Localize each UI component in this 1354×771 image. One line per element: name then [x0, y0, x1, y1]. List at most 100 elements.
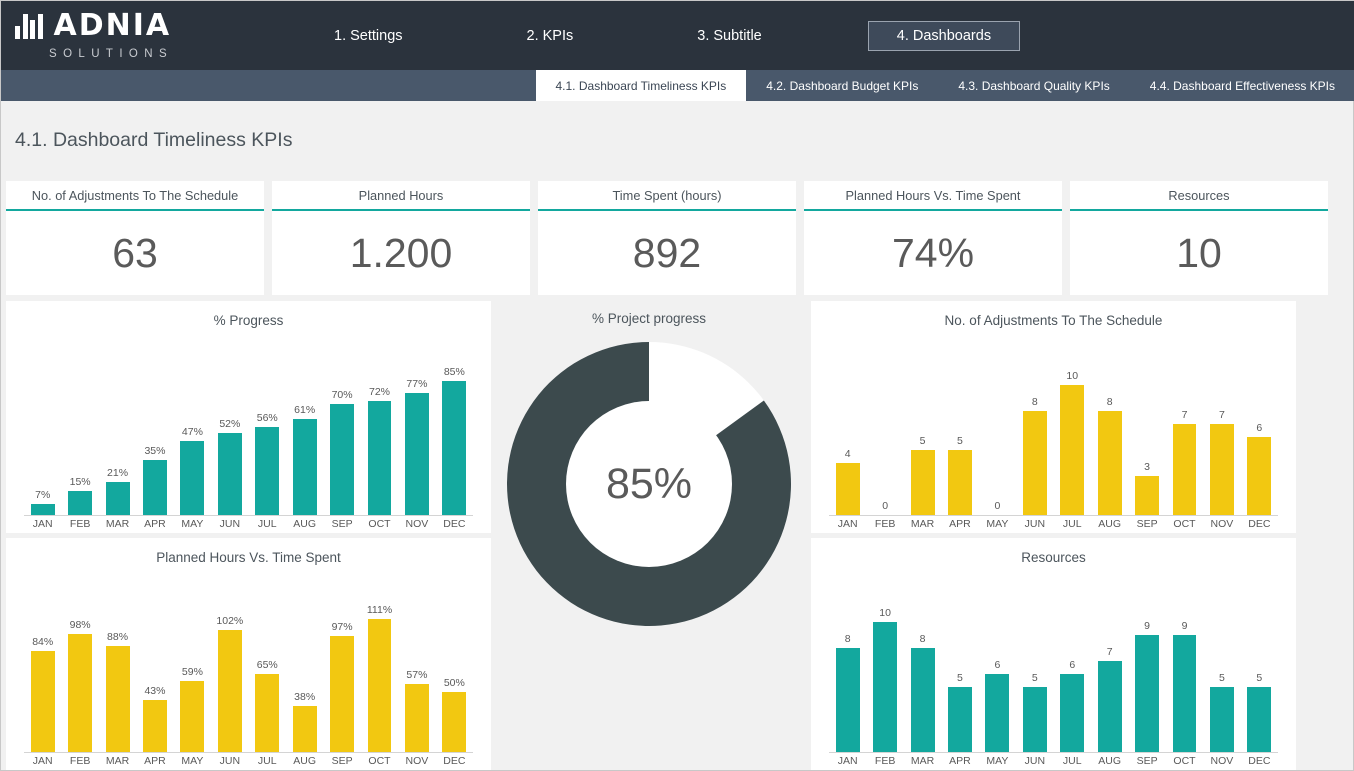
- chart-bar-value-label: 6: [1069, 658, 1076, 671]
- kpi-card-planned-hours: Planned Hours 1.200: [272, 181, 530, 295]
- chart-bar-column: 3: [1128, 347, 1165, 515]
- chart-bar-value-label: 8: [1106, 395, 1113, 408]
- chart-x-tick-label: MAR: [910, 518, 935, 530]
- chart-x-tick-label: FEB: [69, 518, 91, 530]
- chart-bar-value-label: 111%: [366, 603, 393, 616]
- chart-x-tick-labels: JAN FEB MAR APR MAY JUN JUL AUG SEP OCT NOV DEC: [24, 755, 473, 767]
- tab-settings[interactable]: 1. Settings: [316, 21, 421, 51]
- chart-bar: [1060, 384, 1085, 515]
- chart-plot-area: 8 10 8 5 6 5 6 7 9 9 5 5: [829, 584, 1278, 752]
- kpi-title: Planned Hours: [358, 187, 444, 203]
- chart-panel-project-progress: % Project progress 85%: [499, 301, 799, 741]
- subtab-budget-kpis[interactable]: 4.2. Dashboard Budget KPIs: [746, 70, 938, 101]
- chart-x-tick-label: MAR: [910, 755, 935, 767]
- chart-bar: [1135, 634, 1160, 752]
- chart-bar-column: 98%: [61, 584, 98, 752]
- chart-bar: [1209, 423, 1234, 515]
- chart-bar-value-label: 59%: [181, 666, 203, 679]
- chart-x-tick-label: SEP: [1136, 518, 1158, 530]
- chart-bar: [330, 404, 355, 515]
- chart-bar-value-label: 10: [879, 606, 891, 619]
- page-title: 4.1. Dashboard Timeliness KPIs: [15, 129, 293, 151]
- kpi-title: Resources: [1168, 187, 1230, 203]
- chart-bar-column: 0: [979, 347, 1016, 515]
- chart-x-tick-label: NOV: [405, 755, 429, 767]
- chart-x-tick-label: AUG: [1098, 755, 1122, 767]
- brand-tagline: SOLUTIONS: [49, 48, 174, 60]
- chart-bar-column: 9: [1166, 584, 1203, 752]
- chart-bar: [910, 647, 935, 752]
- chart-x-tick-label: JAN: [32, 755, 53, 767]
- chart-bar-value-label: 102%: [216, 614, 244, 627]
- chart-plot-area: 84% 98% 88% 43% 59% 102% 65% 38% 97% 111% 57% 50%: [24, 584, 473, 752]
- chart-bar-column: 102%: [211, 584, 248, 752]
- chart-bar: [255, 674, 280, 752]
- chart-bar-column: 57%: [398, 584, 435, 752]
- chart-bar: [68, 634, 93, 752]
- chart-bar-column: 38%: [286, 584, 323, 752]
- chart-bar: [835, 462, 860, 515]
- kpi-value: 1.200: [349, 229, 453, 276]
- chart-bar: [217, 432, 242, 515]
- chart-bar-value-label: 97%: [331, 620, 353, 633]
- chart-bar-column: 7%: [24, 347, 61, 515]
- chart-bar: [105, 481, 130, 515]
- chart-bar-column: 10: [866, 584, 903, 752]
- chart-bar: [68, 491, 93, 515]
- chart-bar: [442, 380, 467, 515]
- chart-bar-column: 0: [866, 347, 903, 515]
- chart-bar-column: 5: [1016, 584, 1053, 752]
- chart-x-tick-label: OCT: [1173, 755, 1196, 767]
- chart-bar-column: 111%: [361, 584, 398, 752]
- chart-x-tick-label: JUN: [1024, 755, 1046, 767]
- kpi-card-body: 892: [538, 211, 796, 295]
- chart-x-tick-label: JUN: [219, 518, 241, 530]
- chart-bar-value-label: 5: [1031, 671, 1038, 684]
- subtab-quality-kpis[interactable]: 4.3. Dashboard Quality KPIs: [938, 70, 1129, 101]
- chart-bar-value-label: 5: [1256, 671, 1263, 684]
- chart-bar-value-label: 35%: [144, 444, 166, 457]
- kpi-card-resources: Resources 10: [1070, 181, 1328, 295]
- chart-bar: [404, 393, 429, 515]
- chart-x-tick-label: MAY: [986, 755, 1009, 767]
- chart-bar-value-label: 5: [957, 434, 963, 447]
- chart-bar: [217, 629, 242, 752]
- chart-bar-column: 6: [979, 584, 1016, 752]
- chart-x-tick-label: OCT: [368, 755, 391, 767]
- kpi-card-header: Resources: [1070, 181, 1328, 211]
- kpi-value: 10: [1176, 229, 1222, 276]
- chart-x-tick-label: MAR: [105, 755, 130, 767]
- chart-title: % Progress: [213, 313, 284, 328]
- kpi-card-planned-vs-spent: Planned Hours Vs. Time Spent 74%: [804, 181, 1062, 295]
- kpi-card-body: 1.200: [272, 211, 530, 295]
- chart-plot-area: 7% 15% 21% 35% 47% 52% 56% 61% 70% 72% 77% 85%: [24, 347, 473, 515]
- kpi-card-body: 74%: [804, 211, 1062, 295]
- chart-bar: [180, 440, 205, 515]
- chart-bar: [330, 635, 355, 752]
- kpi-title: No. of Adjustments To The Schedule: [31, 187, 239, 203]
- chart-bar-value-label: 70%: [331, 389, 353, 402]
- chart-x-axis-line: [24, 752, 473, 753]
- chart-bar-column: 50%: [436, 584, 473, 752]
- chart-bar-value-label: 72%: [369, 386, 391, 399]
- chart-bar-column: 7: [1091, 584, 1128, 752]
- tab-subtitle[interactable]: 3. Subtitle: [679, 21, 780, 51]
- chart-bar-column: 47%: [174, 347, 211, 515]
- chart-bar: [985, 673, 1010, 752]
- chart-bar-column: 8: [1016, 347, 1053, 515]
- kpi-card-row: No. of Adjustments To The Schedule 63 Pl…: [6, 181, 1328, 295]
- donut-center-label: 85%: [605, 459, 693, 508]
- chart-bar: [835, 647, 860, 752]
- subtab-effectiveness-kpis[interactable]: 4.4. Dashboard Effectiveness KPIs: [1130, 70, 1354, 101]
- tab-dashboards[interactable]: 4. Dashboards: [867, 20, 1021, 51]
- chart-bar-column: 59%: [174, 584, 211, 752]
- chart-bar-value-label: 43%: [144, 685, 166, 698]
- kpi-card-header: Planned Hours Vs. Time Spent: [804, 181, 1062, 211]
- secondary-nav: 4.1. Dashboard Timeliness KPIs 4.2. Dash…: [1, 70, 1354, 101]
- chart-x-tick-label: APR: [144, 755, 166, 767]
- chart-bar-column: 5: [1203, 584, 1240, 752]
- chart-bar-value-label: 7%: [35, 488, 51, 501]
- chart-bar-column: 10: [1054, 347, 1091, 515]
- subtab-timeliness-kpis[interactable]: 4.1. Dashboard Timeliness KPIs: [535, 70, 747, 101]
- tab-kpis[interactable]: 2. KPIs: [509, 21, 592, 51]
